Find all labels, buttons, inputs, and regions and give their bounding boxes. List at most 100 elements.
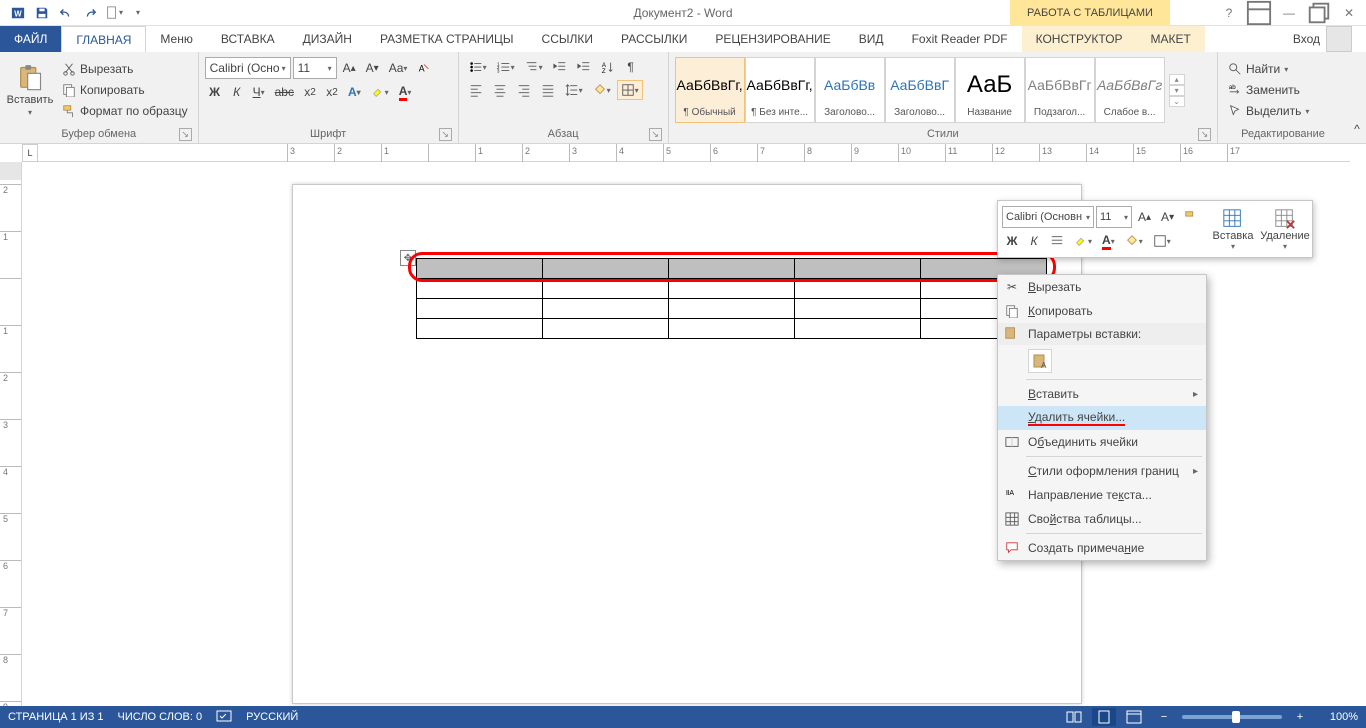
mini-delete-button[interactable]: Удаление▾ (1262, 208, 1308, 251)
italic-button[interactable]: К (227, 82, 247, 102)
tab-review[interactable]: РЕЦЕНЗИРОВАНИЕ (701, 26, 844, 52)
decrease-indent-icon[interactable] (549, 57, 571, 77)
highlight-icon[interactable]: ▾ (367, 82, 393, 102)
tab-insert[interactable]: ВСТАВКА (207, 26, 289, 52)
ctx-new-comment[interactable]: Создать примечание (998, 536, 1206, 560)
table-row[interactable] (417, 259, 1047, 279)
increase-indent-icon[interactable] (573, 57, 595, 77)
para-launcher[interactable]: ↘ (649, 128, 662, 141)
zoom-slider[interactable] (1182, 715, 1282, 719)
text-effects-icon[interactable]: A▾ (344, 82, 365, 102)
mini-shrink-font-icon[interactable]: A▾ (1157, 207, 1178, 227)
view-web-icon[interactable] (1122, 708, 1146, 726)
style-item[interactable]: АаБбВвГг,¶ Обычный (675, 57, 745, 123)
restore-icon[interactable] (1306, 2, 1332, 24)
shrink-font-icon[interactable]: A▾ (362, 58, 383, 78)
sort-icon[interactable]: AZ (597, 57, 619, 77)
tab-file[interactable]: ФАЙЛ (0, 26, 61, 52)
redo-icon[interactable] (78, 2, 102, 24)
word-app-icon[interactable]: W (6, 2, 30, 24)
style-item[interactable]: АаБбВвГгПодзагол... (1025, 57, 1095, 123)
status-spell-icon[interactable] (216, 710, 232, 724)
tab-design[interactable]: ДИЗАЙН (289, 26, 366, 52)
tab-view[interactable]: ВИД (845, 26, 898, 52)
tab-menu[interactable]: Меню (146, 26, 206, 52)
vertical-ruler[interactable]: 21123456789 (0, 162, 22, 706)
paste-button[interactable]: Вставить ▾ (6, 64, 54, 117)
style-item[interactable]: АаБбВвГгСлабое в... (1095, 57, 1165, 123)
ctx-table-properties[interactable]: Свойства таблицы... (998, 507, 1206, 531)
tab-page-layout[interactable]: РАЗМЕТКА СТРАНИЦЫ (366, 26, 528, 52)
undo-icon[interactable] (54, 2, 78, 24)
tab-mailings[interactable]: РАССЫЛКИ (607, 26, 701, 52)
tab-references[interactable]: ССЫЛКИ (528, 26, 607, 52)
align-left-icon[interactable] (465, 80, 487, 100)
tab-home[interactable]: ГЛАВНАЯ (61, 26, 146, 52)
style-item[interactable]: АаБбВвЗаголово... (815, 57, 885, 123)
horizontal-ruler[interactable]: L 3211234567891011121314151617 (22, 144, 1350, 162)
styles-launcher[interactable]: ↘ (1198, 128, 1211, 141)
gallery-up-icon[interactable]: ▴ (1169, 74, 1185, 85)
tab-table-layout[interactable]: МАКЕТ (1137, 26, 1205, 52)
font-launcher[interactable]: ↘ (439, 128, 452, 141)
mini-shading-icon[interactable]: ▾ (1121, 231, 1147, 251)
status-lang[interactable]: РУССКИЙ (246, 711, 298, 723)
copy-button[interactable]: Копировать (58, 80, 192, 100)
mini-grow-font-icon[interactable]: A▴ (1134, 207, 1155, 227)
tab-table-design[interactable]: КОНСТРУКТОР (1022, 26, 1137, 52)
select-button[interactable]: Выделить▾ (1224, 101, 1313, 121)
ctx-border-styles[interactable]: Стили оформления границ▸ (998, 459, 1206, 483)
bold-button[interactable]: Ж (205, 82, 225, 102)
mini-borders-icon[interactable]: ▾ (1149, 231, 1175, 251)
save-icon[interactable] (30, 2, 54, 24)
line-spacing-icon[interactable]: ▾ (561, 80, 587, 100)
new-doc-icon[interactable]: ▾ (102, 2, 126, 24)
style-item[interactable]: АаБНазвание (955, 57, 1025, 123)
mini-align-icon[interactable] (1046, 231, 1068, 251)
underline-button[interactable]: Ч▾ (249, 82, 269, 102)
paste-keep-source-icon[interactable]: A (1028, 349, 1052, 373)
font-size-combo[interactable]: 11▾ (293, 57, 337, 79)
show-marks-icon[interactable]: ¶ (621, 57, 641, 77)
mini-italic-button[interactable]: К (1024, 231, 1044, 251)
bullets-icon[interactable]: ▾ (465, 57, 491, 77)
grow-font-icon[interactable]: A▴ (339, 58, 360, 78)
signin-link[interactable]: Вход (1279, 26, 1366, 52)
borders-icon[interactable]: ▾ (617, 80, 643, 100)
align-justify-icon[interactable] (537, 80, 559, 100)
help-icon[interactable]: ? (1216, 2, 1242, 24)
clear-format-icon[interactable]: A (413, 58, 435, 78)
align-right-icon[interactable] (513, 80, 535, 100)
table-row[interactable] (417, 299, 1047, 319)
mini-insert-button[interactable]: Вставка▾ (1210, 208, 1256, 251)
font-color-icon[interactable]: A▾ (395, 82, 416, 102)
mini-highlight-icon[interactable]: ▾ (1070, 231, 1096, 251)
mini-font-color-icon[interactable]: A▾ (1098, 231, 1119, 251)
superscript-button[interactable]: x2 (322, 82, 342, 102)
table-move-handle-icon[interactable]: ✥ (400, 250, 416, 266)
change-case-icon[interactable]: Aa▾ (385, 58, 412, 78)
gallery-down-icon[interactable]: ▾ (1169, 85, 1185, 96)
zoom-level[interactable]: 100% (1318, 711, 1358, 723)
style-item[interactable]: АаБбВвГг,¶ Без инте... (745, 57, 815, 123)
font-name-combo[interactable]: Calibri (Осно▾ (205, 57, 291, 79)
replace-button[interactable]: abЗаменить (1224, 80, 1313, 100)
ribbon-collapse-icon[interactable]: ^ (1347, 119, 1366, 139)
ribbon-display-options-icon[interactable] (1246, 2, 1272, 24)
mini-bold-button[interactable]: Ж (1002, 231, 1022, 251)
gallery-more-icon[interactable]: ⌄ (1169, 96, 1185, 107)
shading-icon[interactable]: ▾ (589, 80, 615, 100)
ctx-insert[interactable]: Вставить▸ (998, 382, 1206, 406)
numbering-icon[interactable]: 123▾ (493, 57, 519, 77)
zoom-in-button[interactable]: + (1288, 708, 1312, 726)
zoom-out-button[interactable]: − (1152, 708, 1176, 726)
mini-format-painter-icon[interactable] (1180, 207, 1202, 227)
clipboard-launcher[interactable]: ↘ (179, 128, 192, 141)
ctx-copy[interactable]: Копировать (998, 299, 1206, 323)
cut-button[interactable]: Вырезать (58, 59, 192, 79)
ctx-text-direction[interactable]: ⅡAНаправление текста... (998, 483, 1206, 507)
minimize-icon[interactable]: — (1276, 2, 1302, 24)
multilevel-list-icon[interactable]: ▾ (521, 57, 547, 77)
style-item[interactable]: АаБбВвГЗаголово... (885, 57, 955, 123)
find-button[interactable]: Найти▾ (1224, 59, 1313, 79)
